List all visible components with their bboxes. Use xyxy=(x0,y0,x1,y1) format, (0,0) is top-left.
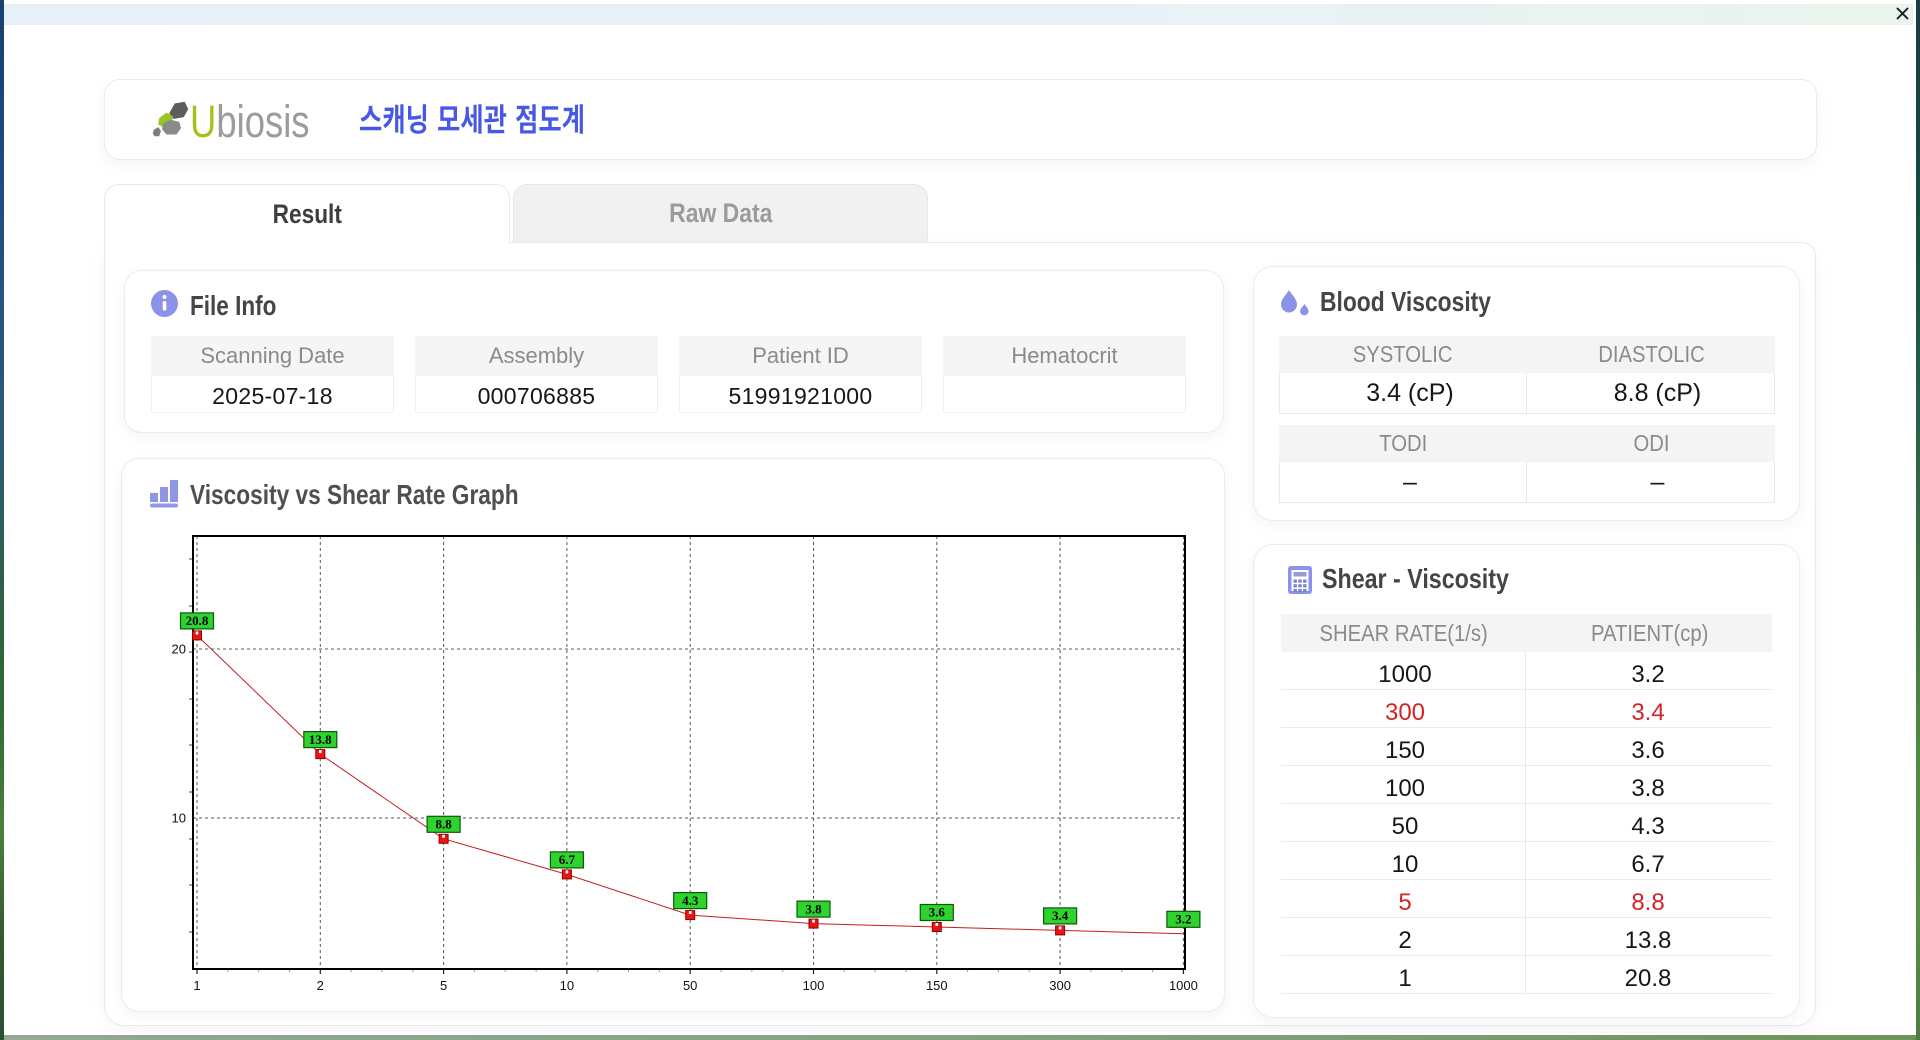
svg-text:20: 20 xyxy=(172,642,186,657)
svg-text:2: 2 xyxy=(317,978,324,993)
svg-text:50: 50 xyxy=(683,978,697,993)
svg-text:10: 10 xyxy=(560,978,574,993)
svg-text:3.2: 3.2 xyxy=(1175,912,1191,927)
svg-text:1: 1 xyxy=(193,978,200,993)
svg-text:13.8: 13.8 xyxy=(309,732,332,747)
svg-text:3.6: 3.6 xyxy=(929,905,946,920)
svg-text:3.8: 3.8 xyxy=(805,901,822,916)
svg-text:300: 300 xyxy=(1049,978,1071,993)
svg-text:20.8: 20.8 xyxy=(186,613,209,628)
svg-text:1000: 1000 xyxy=(1169,978,1198,993)
svg-text:150: 150 xyxy=(926,978,948,993)
svg-text:100: 100 xyxy=(803,978,825,993)
svg-text:5: 5 xyxy=(440,978,447,993)
svg-text:6.7: 6.7 xyxy=(559,852,576,867)
svg-text:3.4: 3.4 xyxy=(1052,908,1069,923)
svg-text:4.3: 4.3 xyxy=(682,893,699,908)
svg-text:10: 10 xyxy=(172,811,186,826)
svg-text:8.8: 8.8 xyxy=(435,817,452,832)
